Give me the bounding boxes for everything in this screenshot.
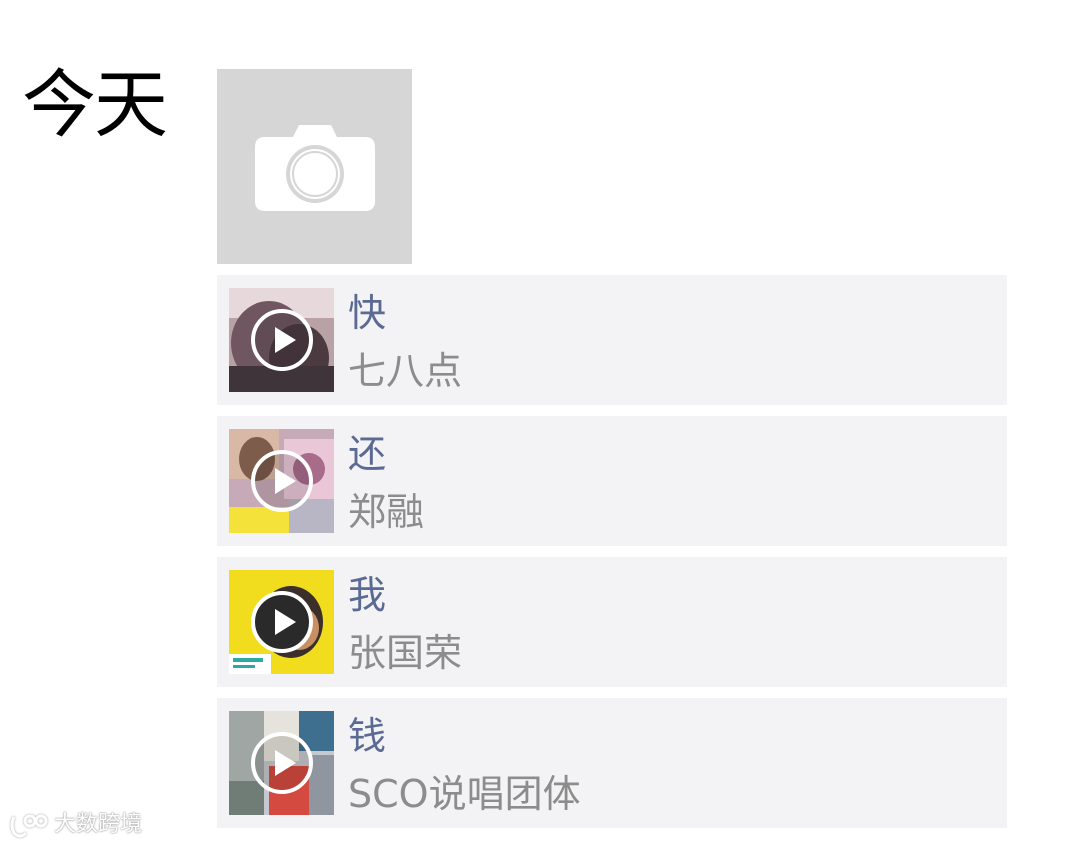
play-icon[interactable] (250, 731, 314, 795)
song-artist: 张国荣 (348, 631, 463, 675)
play-icon[interactable] (250, 590, 314, 654)
album-cover (229, 429, 334, 533)
watermark: 大数跨境 (8, 808, 142, 842)
music-card[interactable]: 钱 SCO说唱团体 (217, 698, 1007, 828)
music-card[interactable]: 我 张国荣 (217, 557, 1007, 687)
song-artist: 郑融 (348, 490, 425, 534)
play-icon[interactable] (250, 449, 314, 513)
camera-icon (255, 125, 375, 211)
song-title: 我 (348, 573, 387, 617)
song-title: 快 (348, 291, 387, 335)
watermark-text: 大数跨境 (54, 812, 143, 837)
add-photo-button[interactable] (217, 69, 412, 264)
music-card[interactable]: 还 郑融 (217, 416, 1007, 546)
album-cover (229, 711, 334, 815)
logo-icon (10, 814, 48, 838)
day-label: 今天 (22, 62, 168, 148)
song-artist: 七八点 (348, 349, 463, 393)
music-card[interactable]: 快 七八点 (217, 275, 1007, 405)
play-icon[interactable] (250, 308, 314, 372)
album-cover (229, 570, 334, 674)
song-title: 还 (348, 432, 387, 476)
album-cover (229, 288, 334, 392)
song-title: 钱 (348, 714, 387, 758)
music-list: 快 七八点 还 郑融 我 张国荣 钱 SCO说唱团体 (217, 275, 1007, 839)
song-artist: SCO说唱团体 (348, 772, 581, 816)
